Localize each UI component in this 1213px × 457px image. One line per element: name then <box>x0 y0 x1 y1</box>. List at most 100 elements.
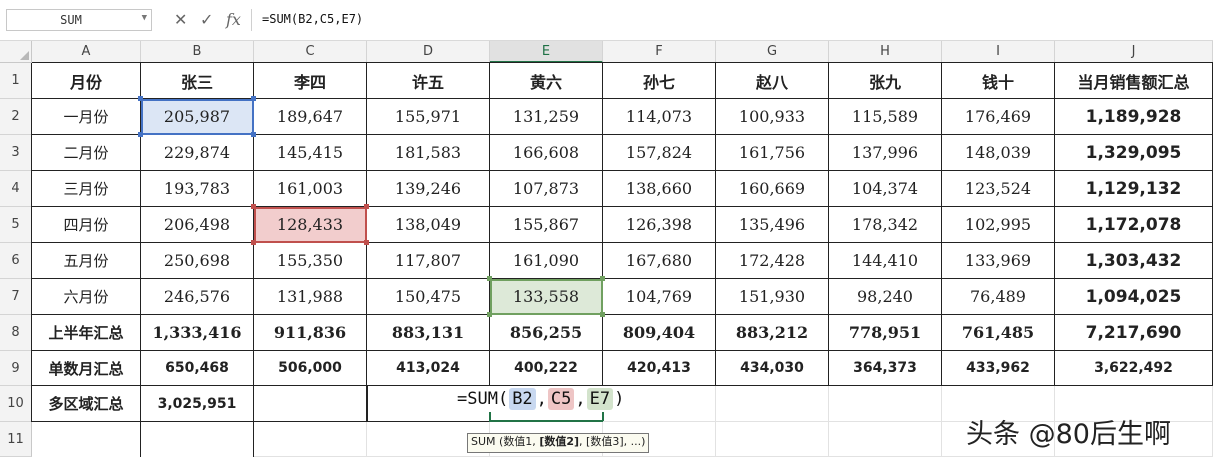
check-icon[interactable]: ✓ <box>200 9 213 31</box>
header-cell[interactable]: 当月销售额汇总 <box>1055 63 1213 99</box>
sales-cell[interactable]: 172,428 <box>716 243 829 279</box>
ref-resize-handle[interactable] <box>364 240 369 245</box>
fx-icon[interactable]: fx <box>226 9 241 31</box>
row-header-8[interactable]: 8 <box>0 315 32 351</box>
sales-cell[interactable]: 131,988 <box>254 279 367 315</box>
odd-month-total-cell[interactable]: 434,030 <box>716 351 829 386</box>
row-header-6[interactable]: 6 <box>0 243 32 279</box>
cell-editor[interactable]: =SUM(B2, C5, E7) <box>453 386 629 412</box>
header-cell[interactable]: 钱十 <box>942 63 1055 99</box>
sales-cell[interactable]: 100,933 <box>716 99 829 135</box>
half-year-total-cell[interactable]: 1,333,416 <box>141 315 254 351</box>
ref-resize-handle[interactable] <box>487 312 492 317</box>
sales-cell[interactable]: 104,769 <box>603 279 716 315</box>
name-box[interactable]: SUM ▼ <box>6 9 152 31</box>
sales-cell[interactable]: 189,647 <box>254 99 367 135</box>
sales-cell[interactable]: 133,969 <box>942 243 1055 279</box>
column-header-j[interactable]: J <box>1055 41 1213 63</box>
odd-month-total-cell[interactable]: 433,962 <box>942 351 1055 386</box>
multi-area-total-cell[interactable]: 3,025,951 <box>141 386 254 422</box>
ref-resize-handle[interactable] <box>138 96 143 101</box>
half-year-total-cell[interactable]: 7,217,690 <box>1055 315 1213 351</box>
odd-month-total-cell[interactable]: 单数月汇总 <box>32 351 141 386</box>
odd-month-total-cell[interactable]: 420,413 <box>603 351 716 386</box>
ref-resize-handle[interactable] <box>138 132 143 137</box>
row-header-9[interactable]: 9 <box>0 351 32 386</box>
ref-resize-handle[interactable] <box>251 240 256 245</box>
sales-cell[interactable]: 161,090 <box>490 243 603 279</box>
sales-cell[interactable]: 155,867 <box>490 207 603 243</box>
sales-cell[interactable]: 104,374 <box>829 171 942 207</box>
sales-cell[interactable]: 133,558 <box>490 279 603 315</box>
sales-cell[interactable]: 167,680 <box>603 243 716 279</box>
sales-cell[interactable]: 107,873 <box>490 171 603 207</box>
row-header-5[interactable]: 5 <box>0 207 32 243</box>
odd-month-total-cell[interactable]: 506,000 <box>254 351 367 386</box>
ref-resize-handle[interactable] <box>251 132 256 137</box>
select-all-corner[interactable] <box>0 41 32 63</box>
sales-cell[interactable]: 123,524 <box>942 171 1055 207</box>
column-header-a[interactable]: A <box>32 41 141 63</box>
row-header-2[interactable]: 2 <box>0 99 32 135</box>
sales-cell[interactable]: 181,583 <box>367 135 490 171</box>
column-header-e[interactable]: E <box>490 41 603 63</box>
month-label-cell[interactable]: 五月份 <box>32 243 141 279</box>
column-header-d[interactable]: D <box>367 41 490 63</box>
column-header-c[interactable]: C <box>254 41 367 63</box>
month-total-cell[interactable]: 1,172,078 <box>1055 207 1213 243</box>
sales-cell[interactable]: 250,698 <box>141 243 254 279</box>
month-total-cell[interactable]: 1,094,025 <box>1055 279 1213 315</box>
sales-cell[interactable]: 144,410 <box>829 243 942 279</box>
column-header-i[interactable]: I <box>942 41 1055 63</box>
header-cell[interactable]: 李四 <box>254 63 367 99</box>
header-cell[interactable]: 黄六 <box>490 63 603 99</box>
sales-cell[interactable]: 138,660 <box>603 171 716 207</box>
empty-cell[interactable] <box>32 422 141 457</box>
formula-input[interactable]: =SUM(B2,C5,E7) <box>262 12 363 26</box>
month-label-cell[interactable]: 六月份 <box>32 279 141 315</box>
half-year-total-cell[interactable]: 778,951 <box>829 315 942 351</box>
header-cell[interactable]: 张九 <box>829 63 942 99</box>
empty-cell[interactable] <box>716 422 829 457</box>
sales-cell[interactable]: 76,489 <box>942 279 1055 315</box>
odd-month-total-cell[interactable]: 3,622,492 <box>1055 351 1213 386</box>
row-header-10[interactable]: 10 <box>0 386 32 422</box>
half-year-total-cell[interactable]: 883,131 <box>367 315 490 351</box>
month-label-cell[interactable]: 二月份 <box>32 135 141 171</box>
row-header-7[interactable]: 7 <box>0 279 32 315</box>
row-header-4[interactable]: 4 <box>0 171 32 207</box>
column-header-g[interactable]: G <box>716 41 829 63</box>
half-year-total-cell[interactable]: 761,485 <box>942 315 1055 351</box>
month-label-cell[interactable]: 三月份 <box>32 171 141 207</box>
header-cell[interactable]: 赵八 <box>716 63 829 99</box>
empty-cell[interactable] <box>716 386 829 422</box>
month-total-cell[interactable]: 1,189,928 <box>1055 99 1213 135</box>
row-header-1[interactable]: 1 <box>0 63 32 99</box>
month-label-cell[interactable]: 四月份 <box>32 207 141 243</box>
column-header-h[interactable]: H <box>829 41 942 63</box>
ref-resize-handle[interactable] <box>364 204 369 209</box>
sales-cell[interactable]: 137,996 <box>829 135 942 171</box>
sales-cell[interactable]: 157,824 <box>603 135 716 171</box>
sales-cell[interactable]: 151,930 <box>716 279 829 315</box>
sales-cell[interactable]: 135,496 <box>716 207 829 243</box>
empty-cell[interactable] <box>254 422 367 457</box>
empty-cell[interactable] <box>829 422 942 457</box>
sales-cell[interactable]: 148,039 <box>942 135 1055 171</box>
odd-month-total-cell[interactable]: 364,373 <box>829 351 942 386</box>
sales-cell[interactable]: 138,049 <box>367 207 490 243</box>
close-icon[interactable]: ✕ <box>174 9 187 31</box>
sales-cell[interactable]: 102,995 <box>942 207 1055 243</box>
row-header-11[interactable]: 11 <box>0 422 32 457</box>
odd-month-total-cell[interactable]: 400,222 <box>490 351 603 386</box>
odd-month-total-cell[interactable]: 413,024 <box>367 351 490 386</box>
sales-cell[interactable]: 161,756 <box>716 135 829 171</box>
ref-resize-handle[interactable] <box>600 276 605 281</box>
sales-cell[interactable]: 128,433 <box>254 207 367 243</box>
chevron-down-icon[interactable]: ▼ <box>142 13 147 23</box>
sales-cell[interactable]: 229,874 <box>141 135 254 171</box>
empty-cell[interactable] <box>829 386 942 422</box>
ref-resize-handle[interactable] <box>487 276 492 281</box>
sales-cell[interactable]: 161,003 <box>254 171 367 207</box>
ref-resize-handle[interactable] <box>251 204 256 209</box>
